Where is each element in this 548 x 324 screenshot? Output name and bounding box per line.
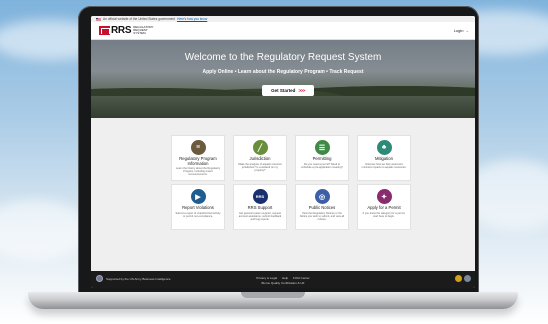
- service-card[interactable]: RRS RRS Support Get general system support…: [233, 184, 287, 230]
- footer-link-help[interactable]: Help: [282, 276, 288, 280]
- logo-subtitle-line: SYSTEM: [133, 31, 146, 36]
- document-icon: ☰: [314, 140, 330, 155]
- login-label: Login: [453, 28, 464, 33]
- gov-banner-link[interactable]: Here's how you know: [177, 17, 207, 21]
- get-started-label: Get Started: [271, 88, 296, 93]
- login-button[interactable]: Login →: [454, 28, 469, 33]
- star-icon: [455, 275, 462, 282]
- logo-subtitle: REGULATORY REQUEST SYSTEM: [133, 25, 153, 36]
- chevrons-right-icon: >>>: [298, 88, 305, 93]
- service-card[interactable]: ✦ Apply for a Permit If you know the categ…: [357, 184, 411, 230]
- service-card-title: Mitigation: [375, 156, 393, 161]
- service-card-title: Report Violations: [182, 205, 214, 210]
- hero-title: Welcome to the Regulatory Request System: [184, 52, 382, 63]
- service-card-title: RRS Support: [247, 205, 273, 210]
- megaphone-icon: ▶: [190, 189, 206, 204]
- footer-links: Privacy & Legal Help FOIA Center: [91, 276, 475, 280]
- site-header: RRS REGULATORY REQUEST SYSTEM Login →: [91, 22, 475, 40]
- service-card-title: Jurisdiction: [249, 156, 271, 161]
- laptop-notch: [241, 292, 305, 298]
- rrs-icon: RRS: [252, 189, 268, 204]
- globe-cursor-icon: ◎: [314, 189, 330, 204]
- service-card-title: Regulatory Program Information: [179, 156, 217, 166]
- road-icon: ╱: [252, 140, 268, 155]
- footer-link-privacy[interactable]: Privacy & Legal: [256, 276, 277, 280]
- footer-certification: Biome Quality Certification & HF: [261, 281, 305, 285]
- browser-screen: An official website of the United States…: [91, 16, 475, 288]
- service-card-description: Submit a report of unauthorized activity…: [175, 211, 221, 218]
- logo-text[interactable]: RRS: [111, 25, 132, 36]
- background-cloud: [0, 200, 90, 260]
- service-card[interactable]: ☰ Permitting Do you need a permit? Need to…: [295, 135, 349, 181]
- tree-icon: ♣: [376, 140, 392, 155]
- footer-icons: [455, 275, 471, 282]
- service-card-description: If you know the category for a permit, s…: [362, 211, 406, 218]
- login-arrow-icon: →: [465, 28, 469, 33]
- service-card-description: Do you need a permit? Need to schedule a…: [301, 162, 343, 169]
- service-card-title: Apply for a Permit: [367, 205, 401, 210]
- service-card-description: Get general system support, request acco…: [238, 211, 282, 221]
- hero-banner: Welcome to the Regulatory Request System…: [91, 40, 475, 118]
- service-card[interactable]: ≡ Regulatory Program Information Learn the…: [171, 135, 225, 181]
- books-icon: ≡: [190, 140, 206, 155]
- service-card-title: Permitting: [312, 156, 332, 161]
- service-card-description: Learn the history about the Regulatory P…: [175, 167, 221, 177]
- hero-subtitle: Apply Online • Learn about the Regulator…: [202, 69, 364, 75]
- service-card[interactable]: ▶ Report Violations Submit a report of una…: [171, 184, 225, 230]
- service-card-description: View the Regulatory Notices or the Notic…: [299, 211, 345, 221]
- service-card[interactable]: ◎ Public Notices View the Regulatory Notic…: [295, 184, 349, 230]
- permit-icon: ✦: [376, 189, 392, 204]
- site-footer: Supported by the US Army Business Intell…: [91, 271, 475, 288]
- castle-logo-icon: [99, 26, 110, 35]
- footer-link-foia[interactable]: FOIA Center: [293, 276, 310, 280]
- service-card-title: Public Notices: [308, 205, 336, 210]
- service-card-description: Discover how we help avoid and minimize …: [361, 162, 407, 169]
- usace-seal-icon: [464, 275, 471, 282]
- service-card-description: Make the analysis of aquatic resource ju…: [238, 162, 282, 172]
- gov-banner-text: An official website of the United States…: [103, 17, 176, 21]
- service-card[interactable]: ♣ Mitigation Discover how we help avoid an…: [357, 135, 411, 181]
- us-flag-icon: [96, 17, 101, 21]
- get-started-button[interactable]: Get Started >>>: [262, 85, 314, 96]
- service-card[interactable]: ╱ Jurisdiction Make the analysis of aquati…: [233, 135, 287, 181]
